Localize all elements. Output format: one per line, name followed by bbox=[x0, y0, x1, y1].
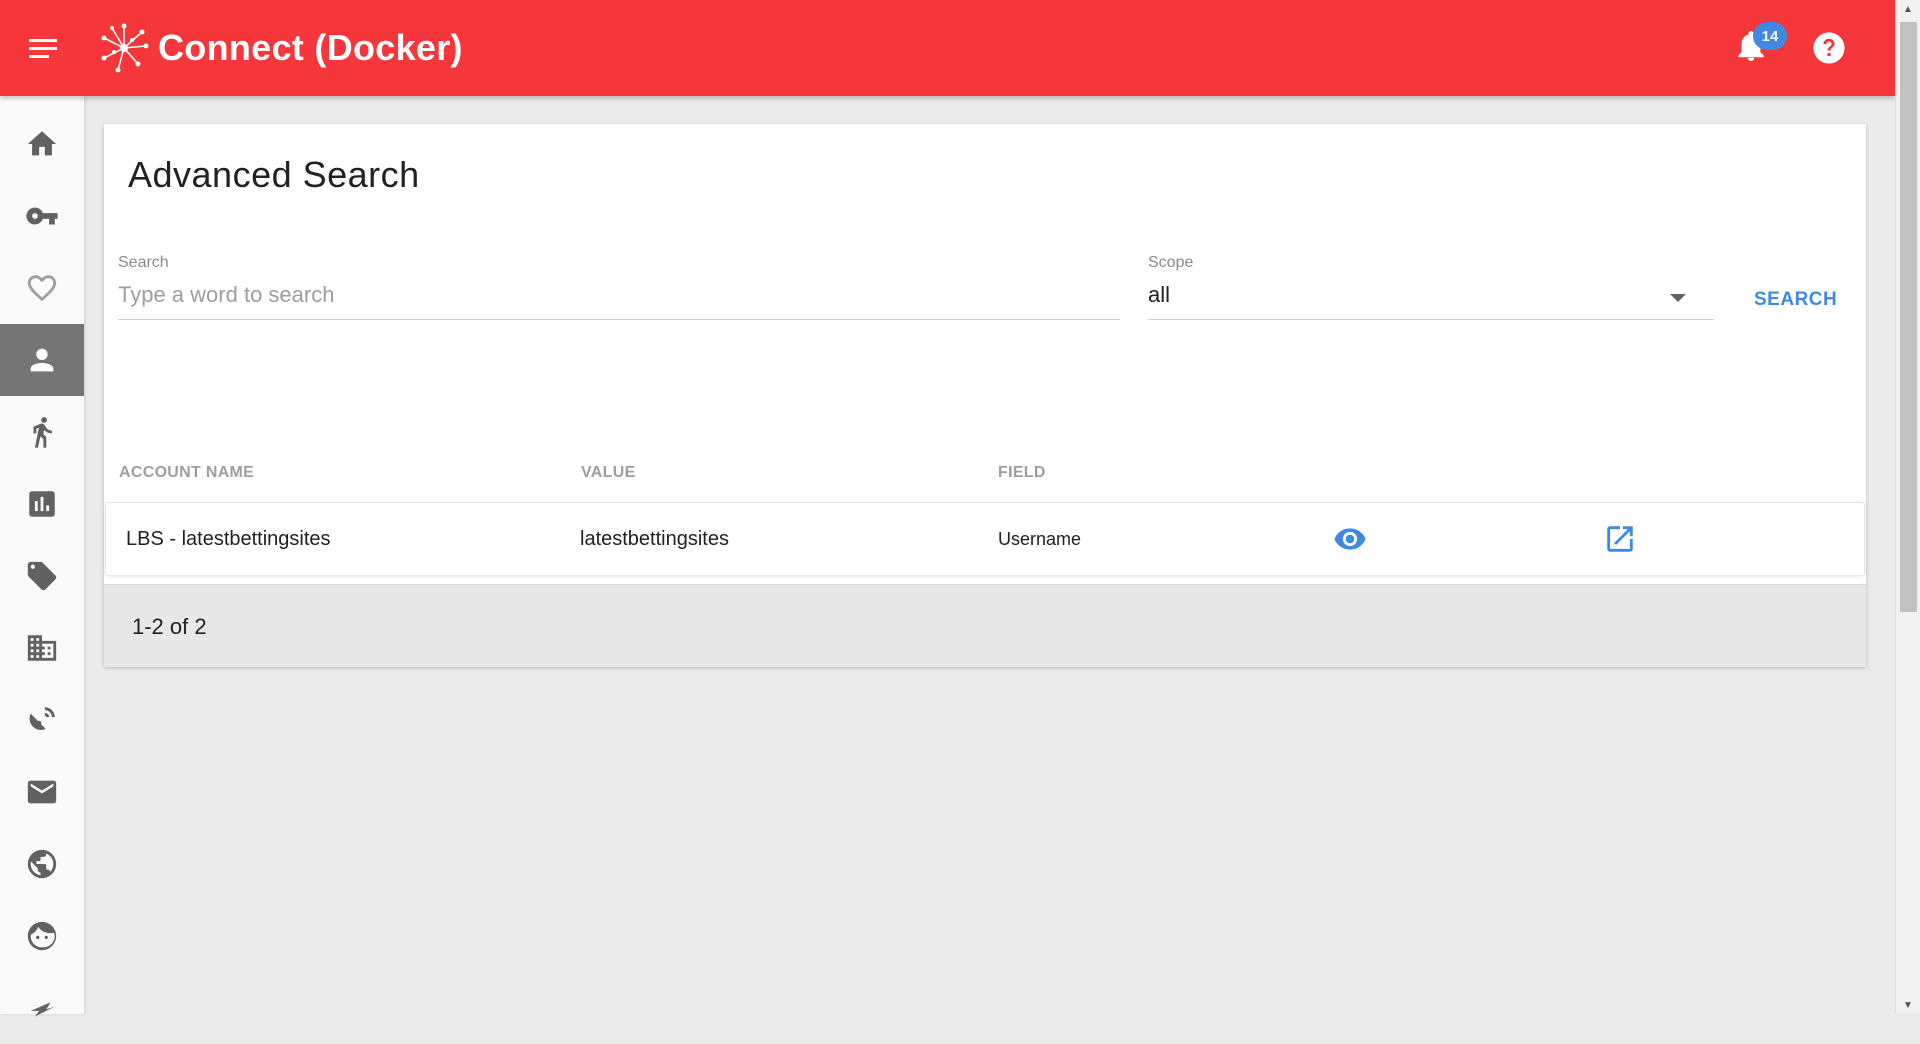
nav-item-reports[interactable] bbox=[0, 468, 84, 540]
key-icon bbox=[26, 207, 58, 225]
top-app-bar: Connect (Docker) 14 bbox=[0, 0, 1895, 96]
scroll-up-icon[interactable]: ▲ bbox=[1896, 0, 1920, 18]
search-field: Search bbox=[118, 254, 1120, 320]
building-icon bbox=[27, 635, 57, 661]
side-navigation bbox=[0, 96, 84, 1017]
scope-field-label: Scope bbox=[1148, 254, 1194, 271]
eye-icon[interactable] bbox=[1330, 519, 1370, 559]
column-header-account-name[interactable]: ACCOUNT NAME bbox=[119, 464, 254, 482]
vertical-scrollbar[interactable]: ▲ ▼ bbox=[1895, 0, 1920, 1014]
nav-item-favorites[interactable] bbox=[0, 252, 84, 324]
scroll-down-icon[interactable]: ▼ bbox=[1896, 996, 1920, 1014]
pagination-range: 1-2 of 2 bbox=[132, 613, 207, 639]
value-cell: latestbettingsites bbox=[580, 527, 729, 550]
nav-item-keys[interactable] bbox=[0, 180, 84, 252]
nav-item-home[interactable] bbox=[0, 108, 84, 180]
hamburger-menu-icon[interactable] bbox=[20, 24, 68, 72]
home-icon bbox=[27, 131, 57, 156]
nav-item-web[interactable] bbox=[0, 828, 84, 900]
flag-icon bbox=[30, 1002, 55, 1017]
account-name-cell: LBS - latestbettingsites bbox=[126, 527, 331, 550]
search-button[interactable]: SEARCH bbox=[1742, 278, 1849, 322]
column-header-value[interactable]: VALUE bbox=[581, 464, 636, 482]
globe-icon bbox=[27, 849, 57, 879]
connect-logo-icon bbox=[98, 22, 150, 74]
chevron-down-icon bbox=[1670, 294, 1686, 302]
field-cell: Username bbox=[998, 528, 1082, 549]
header-actions: 14 bbox=[1727, 0, 1895, 96]
scope-selected-value: all bbox=[1148, 282, 1171, 307]
search-input[interactable] bbox=[118, 278, 1120, 312]
nav-item-mail[interactable] bbox=[0, 756, 84, 828]
search-field-label: Search bbox=[118, 254, 169, 271]
nav-item-activity[interactable] bbox=[0, 396, 84, 468]
table-row[interactable]: LBS - latestbettingsites latestbettingsi… bbox=[105, 502, 1865, 576]
help-circle-icon[interactable] bbox=[1805, 24, 1853, 72]
nav-item-tags[interactable] bbox=[0, 540, 84, 612]
app-title: Connect (Docker) bbox=[158, 27, 463, 68]
notifications-button[interactable]: 14 bbox=[1727, 22, 1787, 72]
notification-count-badge: 14 bbox=[1753, 22, 1787, 50]
nav-item-more[interactable] bbox=[0, 972, 84, 1044]
nav-item-organizations[interactable] bbox=[0, 612, 84, 684]
tag-icon bbox=[27, 561, 57, 591]
open-in-new-icon[interactable] bbox=[1600, 519, 1640, 559]
nav-item-feeds[interactable] bbox=[0, 684, 84, 756]
bar-chart-icon bbox=[29, 491, 55, 517]
nav-item-profile[interactable] bbox=[0, 900, 84, 972]
scope-select[interactable]: Scope all bbox=[1148, 254, 1714, 320]
face-icon bbox=[27, 921, 57, 951]
person-icon bbox=[30, 348, 54, 372]
column-header-field[interactable]: FIELD bbox=[998, 464, 1046, 482]
satellite-dish-icon bbox=[29, 707, 55, 730]
mail-icon bbox=[27, 780, 57, 804]
running-person-icon bbox=[33, 417, 52, 448]
page-title: Advanced Search bbox=[128, 154, 420, 195]
pagination-footer: 1-2 of 2 bbox=[104, 584, 1866, 667]
heart-icon bbox=[27, 275, 57, 302]
scrollbar-thumb[interactable] bbox=[1900, 22, 1917, 612]
nav-item-accounts[interactable] bbox=[0, 324, 84, 396]
